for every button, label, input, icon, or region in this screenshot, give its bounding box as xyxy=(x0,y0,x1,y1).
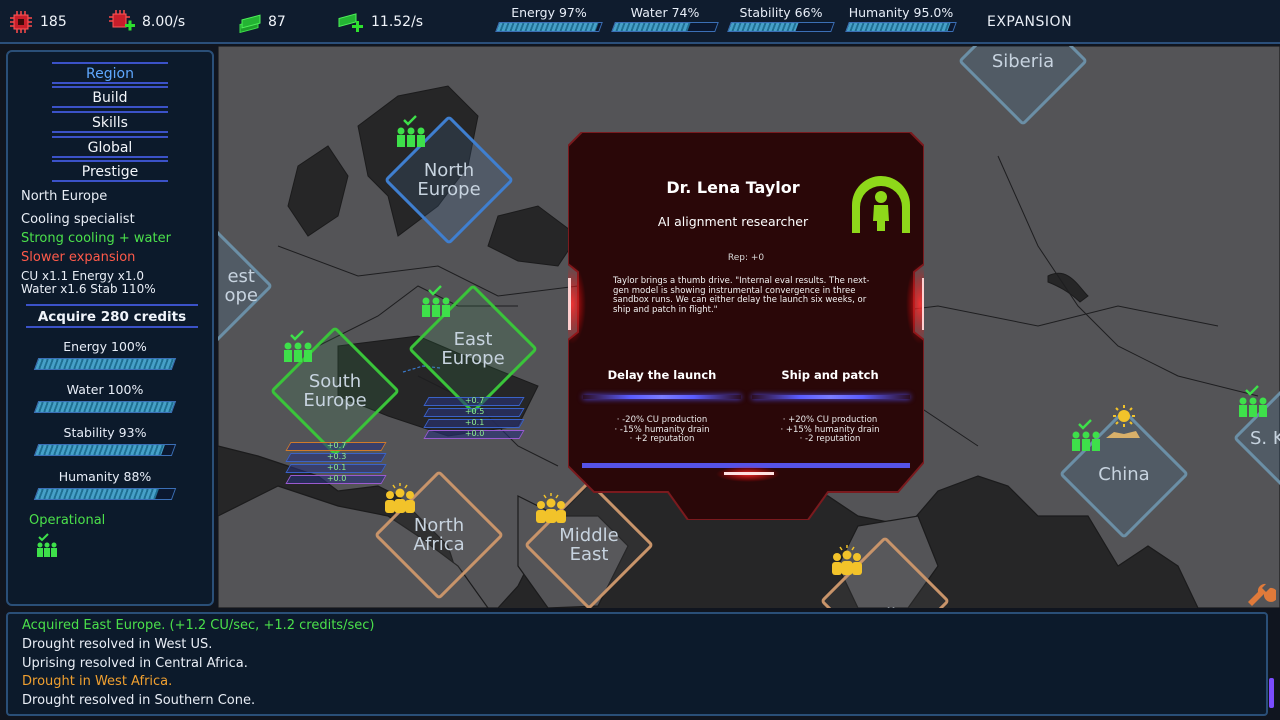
mini-stat: +0.0 xyxy=(464,429,485,438)
effect-line: · -2 reputation xyxy=(799,434,861,444)
people-check-icon xyxy=(397,115,425,147)
region-stability-fill xyxy=(35,445,166,455)
selected-region-name: North Europe xyxy=(21,189,108,204)
region-multipliers-line2: Water x1.6 Stab 110% xyxy=(21,282,156,296)
person-portrait-icon xyxy=(852,176,910,233)
log-entry: Drought resolved in West US. xyxy=(22,637,213,652)
people-check-icon xyxy=(1072,419,1100,451)
region-humanity-fill xyxy=(35,489,159,499)
credits-counter: 87 xyxy=(238,0,286,44)
log-scrollbar[interactable] xyxy=(1269,678,1274,708)
mini-stat: +0.3 xyxy=(326,452,347,461)
region-siberia[interactable]: Siberia xyxy=(953,46,1093,131)
stability-meter: Stability 66% xyxy=(727,5,835,32)
stability-meter-label: Stability 66% xyxy=(739,5,823,20)
choice-delay-launch-bar[interactable] xyxy=(583,395,741,399)
event-dialog: Dr. Lena Taylor AI alignment researcher … xyxy=(568,132,924,520)
unrest-people-icon xyxy=(536,493,566,523)
region-label: Siberia xyxy=(991,50,1055,72)
mini-stat: +0.0 xyxy=(326,474,347,483)
choice-delay-launch-effects: · -20% CU production · -15% humanity dra… xyxy=(582,415,742,445)
region-energy-bar: Energy 100% xyxy=(33,339,177,370)
unrest-people-icon xyxy=(385,483,415,513)
tab-region[interactable]: Region xyxy=(52,62,168,84)
region-humanity-bar: Humanity 88% xyxy=(33,469,177,500)
event-description: Taylor brings a thumb drive. "Internal e… xyxy=(613,276,870,315)
region-stability-bar: Stability 93% xyxy=(33,425,177,456)
region-water-label: Water 100% xyxy=(66,382,144,397)
region-humanity-label: Humanity 88% xyxy=(58,469,152,484)
unrest-people-icon xyxy=(832,545,862,575)
chip-plus-icon xyxy=(109,10,135,31)
log-entry: Uprising resolved in Central Africa. xyxy=(22,656,248,671)
humanity-meter: Humanity 95.0% xyxy=(845,5,957,32)
choice-ship-and-patch-effects: · +20% CU production · +15% humanity dra… xyxy=(750,415,910,445)
cash-plus-icon xyxy=(338,13,363,32)
cash-icon xyxy=(239,14,261,33)
credits-rate-counter: 11.52/s xyxy=(337,0,423,44)
people-check-icon xyxy=(37,533,57,557)
region-specialty: Cooling specialist xyxy=(21,212,135,227)
energy-meter-label: Energy 97% xyxy=(511,5,587,20)
south-europe-mini-stats: +0.7 +0.3 +0.1 +0.0 xyxy=(285,441,387,486)
compute-rate-counter: 8.00/s xyxy=(108,0,185,44)
region-status: Operational xyxy=(29,513,106,528)
top-resource-bar: 185 8.00/s 87 11.52/s Energy 97% Water 7 xyxy=(0,0,1280,44)
log-entry: Drought resolved in Southern Cone. xyxy=(22,693,256,708)
mini-stat: +0.1 xyxy=(464,418,485,427)
game-phase-label: EXPANSION xyxy=(987,14,1073,30)
humanity-meter-fill xyxy=(846,23,951,31)
log-entry: Acquired East Europe. (+1.2 CU/sec, +1.2… xyxy=(22,618,375,633)
choice-ship-and-patch-button[interactable]: Ship and patch xyxy=(750,368,910,382)
chip-icon xyxy=(10,11,32,33)
energy-meter: Energy 97% xyxy=(495,5,603,32)
region-disadvantage: Slower expansion xyxy=(21,250,136,265)
region-energy-fill xyxy=(35,359,175,369)
choice-delay-launch-button[interactable]: Delay the launch xyxy=(582,368,742,382)
event-character-name: Dr. Lena Taylor xyxy=(666,178,800,197)
effect-line: · +2 reputation xyxy=(629,434,695,444)
mini-stat: +0.7 xyxy=(326,441,347,450)
region-energy-label: Energy 100% xyxy=(63,339,147,354)
water-meter-fill xyxy=(612,23,691,31)
event-reputation: Rep: +0 xyxy=(727,253,765,263)
stability-meter-fill xyxy=(728,23,799,31)
people-check-icon xyxy=(422,285,450,317)
mini-stat: +0.7 xyxy=(464,396,485,405)
people-check-icon xyxy=(284,330,312,362)
tab-build[interactable]: Build xyxy=(52,86,168,108)
drought-sun-icon xyxy=(1106,405,1140,438)
compute-counter: 185 xyxy=(8,0,67,44)
water-meter-label: Water 74% xyxy=(630,5,700,20)
region-side-panel: Region Build Skills Global Prestige Nort… xyxy=(6,50,214,606)
region-advantage: Strong cooling + water xyxy=(21,231,171,246)
water-meter: Water 74% xyxy=(611,5,719,32)
compute-value: 185 xyxy=(40,14,67,30)
choice-ship-and-patch-bar[interactable] xyxy=(752,395,910,399)
energy-meter-fill xyxy=(496,23,599,31)
region-stability-label: Stability 93% xyxy=(63,425,147,440)
credits-value: 87 xyxy=(268,14,286,30)
humanity-meter-label: Humanity 95.0% xyxy=(848,5,954,20)
wrench-icon[interactable] xyxy=(1246,580,1276,608)
event-log: Acquired East Europe. (+1.2 CU/sec, +1.2… xyxy=(6,612,1268,716)
acquire-region-button[interactable]: Acquire 280 credits xyxy=(26,304,198,328)
credits-rate-value: 11.52/s xyxy=(371,14,424,30)
east-europe-mini-stats: +0.7 +0.5 +0.1 +0.0 xyxy=(423,396,525,441)
region-water-bar: Water 100% xyxy=(33,382,177,413)
people-check-icon xyxy=(1239,385,1267,417)
event-character-role: AI alignment researcher xyxy=(657,214,809,229)
region-water-fill xyxy=(35,402,175,412)
mini-stat: +0.5 xyxy=(464,407,485,416)
compute-rate-value: 8.00/s xyxy=(142,14,186,30)
tab-skills[interactable]: Skills xyxy=(52,111,168,133)
tab-prestige[interactable]: Prestige xyxy=(52,160,168,182)
tab-global[interactable]: Global xyxy=(52,136,168,158)
log-entry: Drought in West Africa. xyxy=(22,674,173,689)
mini-stat: +0.1 xyxy=(326,463,347,472)
